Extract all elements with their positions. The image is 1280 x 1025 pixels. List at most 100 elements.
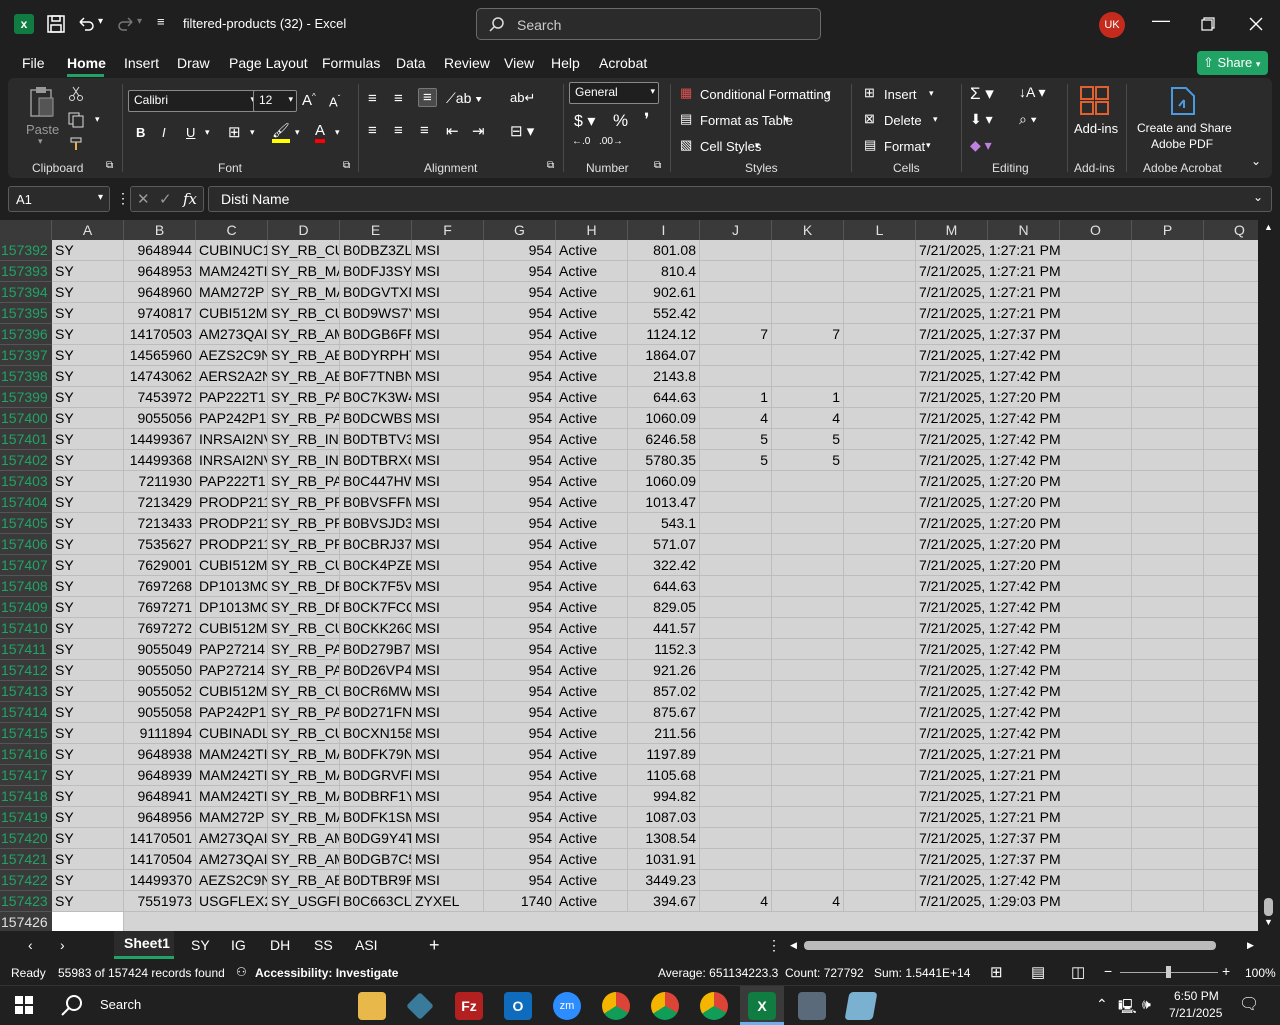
page-break-view-icon[interactable]: ◫ xyxy=(1071,963,1085,981)
cell-q[interactable] xyxy=(1204,723,1258,744)
cell-q[interactable] xyxy=(1204,555,1258,576)
cell-h[interactable]: Active xyxy=(556,240,628,261)
cell-b[interactable]: 7213429 xyxy=(124,492,196,513)
cell-l[interactable] xyxy=(844,429,916,450)
borders-dropdown-icon[interactable]: ▾ xyxy=(250,127,255,138)
cell-f[interactable]: MSI xyxy=(412,702,484,723)
cell-f[interactable]: MSI xyxy=(412,849,484,870)
cell-f[interactable]: MSI xyxy=(412,534,484,555)
page-layout-view-icon[interactable]: ▤ xyxy=(1031,963,1045,981)
cell-g[interactable]: 1740 xyxy=(484,891,556,912)
cell-c[interactable]: USGFLEX2 xyxy=(196,891,268,912)
cell-i[interactable]: 644.63 xyxy=(628,576,700,597)
cell-g[interactable]: 954 xyxy=(484,555,556,576)
underline-dropdown-icon[interactable]: ▾ xyxy=(205,127,210,138)
cell-o[interactable] xyxy=(1060,240,1132,261)
volume-icon[interactable]: 🕪 xyxy=(1142,996,1151,1013)
cell-h[interactable]: Active xyxy=(556,681,628,702)
cell-h[interactable]: Active xyxy=(556,618,628,639)
cell-o[interactable] xyxy=(1060,303,1132,324)
column-header[interactable]: O xyxy=(1060,220,1132,240)
cell-h[interactable]: Active xyxy=(556,639,628,660)
cell-k[interactable] xyxy=(772,723,844,744)
cell-h[interactable]: Active xyxy=(556,891,628,912)
cell-k[interactable] xyxy=(772,660,844,681)
cell-h[interactable]: Active xyxy=(556,660,628,681)
cell-i[interactable]: 1013.47 xyxy=(628,492,700,513)
menu-formulas[interactable]: Formulas xyxy=(322,55,380,71)
cell-k[interactable] xyxy=(772,765,844,786)
row-header[interactable]: 157406 xyxy=(0,534,52,555)
cell-f[interactable]: MSI xyxy=(412,387,484,408)
cell-o[interactable] xyxy=(1060,744,1132,765)
cell-q[interactable] xyxy=(1204,513,1258,534)
cell-b[interactable]: 14170504 xyxy=(124,849,196,870)
cell-q[interactable] xyxy=(1204,828,1258,849)
cell-l[interactable] xyxy=(844,807,916,828)
menu-view[interactable]: View xyxy=(504,55,534,71)
format-painter-icon[interactable] xyxy=(68,136,84,152)
cell-k[interactable] xyxy=(772,786,844,807)
cell-f[interactable]: MSI xyxy=(412,345,484,366)
scroll-right-icon[interactable]: ▶ xyxy=(1247,940,1254,951)
cell-i[interactable]: 644.63 xyxy=(628,387,700,408)
cell-d[interactable]: SY_RB_MA xyxy=(268,261,340,282)
format-as-table-icon[interactable]: ▤ xyxy=(680,111,692,127)
cell-h[interactable]: Active xyxy=(556,324,628,345)
cell-g[interactable]: 954 xyxy=(484,471,556,492)
cell-a[interactable]: SY xyxy=(52,765,124,786)
cell-j[interactable] xyxy=(700,576,772,597)
cell-c[interactable]: AM273QAI xyxy=(196,324,268,345)
cell-o[interactable] xyxy=(1060,471,1132,492)
vertical-scrollbar[interactable]: ▲ ▼ xyxy=(1258,220,1280,931)
cut-icon[interactable] xyxy=(68,86,84,102)
close-button[interactable] xyxy=(1249,17,1263,31)
column-header[interactable]: A xyxy=(52,220,124,240)
cell-p[interactable] xyxy=(1132,555,1204,576)
clear-icon[interactable]: ◆ ▾ xyxy=(970,137,992,154)
menu-data[interactable]: Data xyxy=(396,55,426,71)
cell-o[interactable] xyxy=(1060,345,1132,366)
cell-d[interactable]: SY_RB_PAI xyxy=(268,471,340,492)
zoom-in-icon[interactable]: + xyxy=(1222,963,1230,979)
cell-o[interactable] xyxy=(1060,597,1132,618)
scroll-down-icon[interactable]: ▼ xyxy=(1264,917,1273,927)
cell-i[interactable]: 5780.35 xyxy=(628,450,700,471)
cell-a[interactable]: SY xyxy=(52,303,124,324)
column-header[interactable]: M xyxy=(916,220,988,240)
cell-b[interactable]: 7697272 xyxy=(124,618,196,639)
enter-icon[interactable]: ✓ xyxy=(159,190,172,208)
create-share-pdf-line2[interactable]: Adobe PDF xyxy=(1151,137,1213,151)
cell-l[interactable] xyxy=(844,366,916,387)
cell-i[interactable]: 441.57 xyxy=(628,618,700,639)
cell-i[interactable]: 543.1 xyxy=(628,513,700,534)
cell-b[interactable]: 9055052 xyxy=(124,681,196,702)
cell-g[interactable]: 954 xyxy=(484,618,556,639)
accessibility-status[interactable]: Accessibility: Investigate xyxy=(255,966,398,980)
cell-c[interactable]: MAM242TI xyxy=(196,765,268,786)
cell-i[interactable]: 1060.09 xyxy=(628,471,700,492)
cell-l[interactable] xyxy=(844,681,916,702)
cell-b[interactable]: 14499370 xyxy=(124,870,196,891)
cell-q[interactable] xyxy=(1204,471,1258,492)
system-tray-chevron-icon[interactable]: ⌃ xyxy=(1096,996,1108,1013)
fill-color-dropdown-icon[interactable]: ▾ xyxy=(295,127,300,138)
cell-a[interactable]: SY xyxy=(52,240,124,261)
cell-b[interactable]: 9648953 xyxy=(124,261,196,282)
cell-a[interactable]: SY xyxy=(52,282,124,303)
cell-i[interactable]: 6246.58 xyxy=(628,429,700,450)
add-ins-button[interactable]: Add-ins xyxy=(1074,121,1118,136)
cell-h[interactable]: Active xyxy=(556,345,628,366)
borders-icon[interactable]: ⊞ xyxy=(228,123,241,141)
cell-k[interactable]: 5 xyxy=(772,450,844,471)
cell-o[interactable] xyxy=(1060,870,1132,891)
row-header[interactable]: 157414 xyxy=(0,702,52,723)
cell-d[interactable]: SY_RB_PAI xyxy=(268,387,340,408)
cell-b[interactable]: 9055056 xyxy=(124,408,196,429)
cell-i[interactable]: 1031.91 xyxy=(628,849,700,870)
cell-q[interactable] xyxy=(1204,870,1258,891)
cell-g[interactable]: 954 xyxy=(484,534,556,555)
cell-d[interactable]: SY_RB_INF xyxy=(268,429,340,450)
cell-p[interactable] xyxy=(1132,303,1204,324)
scroll-left-icon[interactable]: ◀ xyxy=(790,940,797,951)
